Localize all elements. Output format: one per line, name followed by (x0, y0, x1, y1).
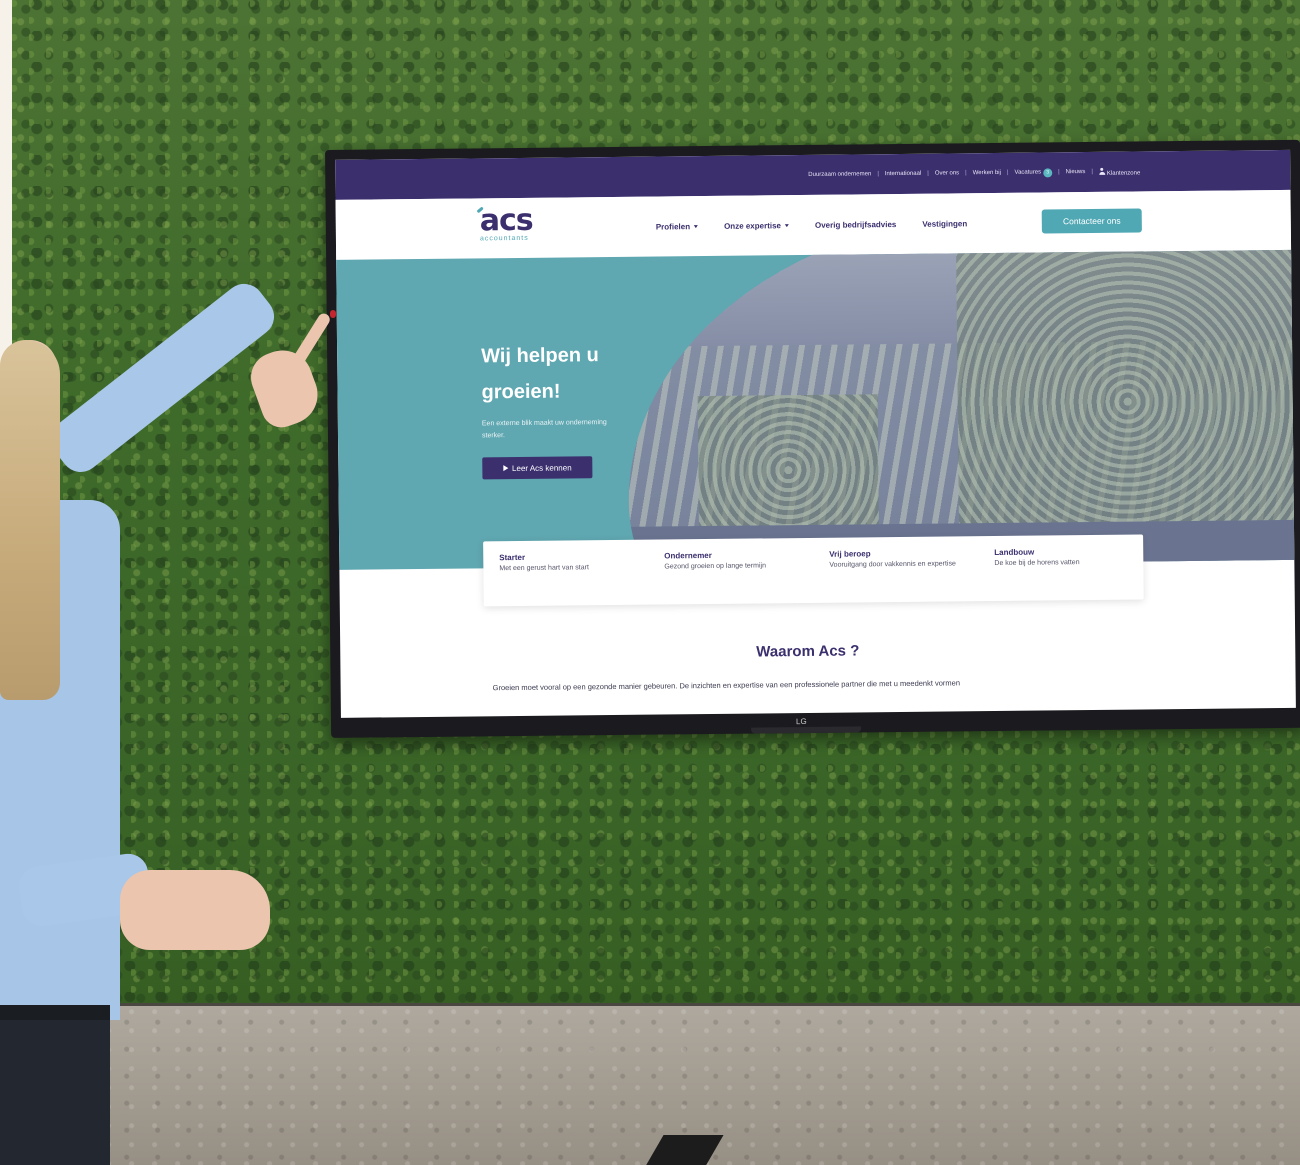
card-ondernemer[interactable]: Ondernemer Gezond groeien op lange termi… (648, 538, 814, 605)
card-starter[interactable]: Starter Met een gerust hart van start (483, 540, 649, 607)
raised-arm (42, 275, 283, 481)
main-nav: Profielen Onze expertise Overig bedrijfs… (656, 193, 968, 256)
vacatures-badge: 3 (1043, 167, 1053, 177)
tv-display: Duurzaam ondernemen | Internationaal | O… (325, 139, 1300, 738)
separator: | (927, 170, 929, 177)
link-duurzaam[interactable]: Duurzaam ondernemen (808, 171, 871, 178)
card-text: Met een gerust hart van start (499, 564, 589, 573)
belt (0, 1005, 110, 1020)
logo-mark: acs (479, 202, 533, 239)
nav-label: Profielen (655, 221, 691, 232)
play-icon (502, 465, 509, 472)
card-title: Vrij beroep (829, 549, 871, 559)
link-vacatures[interactable]: Vacatures 3 (1014, 167, 1053, 177)
hair (0, 340, 60, 700)
pointing-hand (243, 342, 327, 433)
why-title: Waarom Acs ? (756, 642, 860, 661)
separator: | (1091, 168, 1093, 175)
logo-subtitle: accountants (479, 234, 529, 243)
nav-profielen[interactable]: Profielen (655, 221, 699, 232)
card-text: Gezond groeien op lange termijn (664, 562, 766, 571)
link-over-ons[interactable]: Over ons (935, 170, 959, 176)
card-text: Vooruitgang door vakkennis en expertise (829, 560, 956, 569)
woman-presenting (0, 275, 360, 1165)
decorative-panel (956, 249, 1295, 554)
card-vrij-beroep[interactable]: Vrij beroep Vooruitgang door vakkennis e… (813, 536, 979, 603)
chevron-down-icon (694, 224, 699, 228)
main-header: acs accountants Profielen Onze expertise… (335, 189, 1292, 260)
hero-button-label: Leer Acs kennen (511, 462, 572, 473)
vacatures-label: Vacatures (1014, 169, 1042, 176)
card-title: Landbouw (994, 547, 1035, 558)
contact-button[interactable]: Contacteer ons (1041, 208, 1142, 234)
link-klantenzone[interactable]: Klantenzone (1099, 167, 1140, 176)
card-text: De koe bij de horens vatten (994, 559, 1080, 568)
hero-subtitle: Een externe blik maakt uw onderneming st… (481, 419, 607, 440)
tv-stand (751, 726, 862, 734)
acs-logo[interactable]: acs accountants (476, 202, 560, 251)
website-screen: Duurzaam ondernemen | Internationaal | O… (335, 149, 1296, 718)
link-internationaal[interactable]: Internationaal (885, 171, 921, 177)
hero-section: Wij helpen u groeien! Een externe blik m… (336, 249, 1295, 570)
user-icon (1099, 167, 1105, 174)
link-nieuws[interactable]: Nieuws (1066, 169, 1086, 175)
klantenzone-label: Klantenzone (1106, 169, 1141, 177)
separator: | (965, 170, 967, 177)
decorative-panel (697, 394, 880, 547)
separator: | (1006, 169, 1009, 176)
card-landbouw[interactable]: Landbouw De koe bij de horens vatten (978, 534, 1144, 601)
chevron-down-icon (784, 223, 789, 227)
hero-title: Wij helpen u groeien! (481, 344, 599, 404)
lower-hand (120, 870, 270, 950)
card-title: Ondernemer (664, 550, 712, 561)
pants (0, 1020, 110, 1165)
leer-acs-kennen-button[interactable]: Leer Acs kennen (482, 456, 593, 480)
separator: | (877, 171, 879, 178)
nav-overig-bedrijfsadvies[interactable]: Overig bedrijfsadvies (815, 220, 896, 230)
office-photo (625, 249, 1295, 570)
tv-brand-logo: LG (795, 716, 807, 727)
nav-label: Onze expertise (724, 220, 782, 231)
profile-cards: Starter Met een gerust hart van start On… (483, 534, 1144, 607)
nav-vestigingen[interactable]: Vestigingen (922, 219, 967, 228)
fingernail (330, 310, 336, 318)
card-title: Starter (499, 552, 526, 563)
link-werken-bij[interactable]: Werken bij (973, 170, 1001, 176)
nav-onze-expertise[interactable]: Onze expertise (724, 220, 789, 231)
why-text: Groeien moet vooral op een gezonde manie… (492, 678, 961, 693)
separator: | (1058, 169, 1060, 176)
